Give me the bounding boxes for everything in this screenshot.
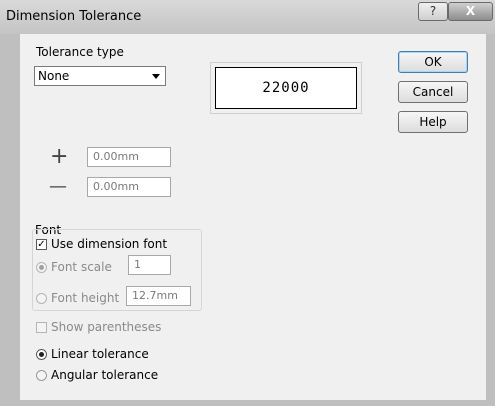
minus-icon: —: [49, 176, 67, 197]
use-dimension-font-label: Use dimension font: [51, 237, 168, 251]
chevron-down-icon: [152, 74, 160, 79]
font-scale-label: Font scale: [51, 260, 112, 274]
linear-tolerance-radio[interactable]: [36, 349, 47, 360]
linear-tolerance-label: Linear tolerance: [51, 347, 149, 361]
lower-tolerance-input[interactable]: 0.00mm: [87, 177, 171, 197]
use-dimension-font-checkbox[interactable]: ✓: [36, 239, 47, 250]
plus-icon: +: [50, 144, 69, 169]
angular-tolerance-radio[interactable]: [36, 370, 47, 381]
show-parentheses-checkbox[interactable]: [36, 322, 47, 333]
font-scale-input[interactable]: 1: [128, 255, 171, 275]
font-scale-radio[interactable]: [36, 262, 47, 273]
dialog-window: Dimension Tolerance ? X Tolerance type N…: [0, 0, 495, 406]
dialog-title: Dimension Tolerance: [6, 9, 142, 24]
tolerance-type-value: None: [38, 69, 70, 83]
font-height-input[interactable]: 12.7mm: [126, 286, 191, 306]
font-height-label: Font height: [51, 291, 120, 305]
ok-button[interactable]: OK: [398, 51, 468, 73]
close-button[interactable]: X: [448, 2, 493, 21]
dimension-preview: 22000: [215, 67, 357, 109]
help-button[interactable]: Help: [398, 111, 468, 133]
dialog-body: Tolerance type None 22000 OK Cancel Help…: [20, 34, 486, 400]
tolerance-type-label: Tolerance type: [36, 45, 124, 59]
title-bar[interactable]: Dimension Tolerance ? X: [0, 0, 495, 34]
preview-frame: 22000: [210, 62, 362, 114]
angular-tolerance-label: Angular tolerance: [51, 368, 159, 382]
show-parentheses-label: Show parentheses: [51, 320, 162, 334]
cancel-button[interactable]: Cancel: [398, 81, 468, 103]
upper-tolerance-input[interactable]: 0.00mm: [87, 147, 171, 167]
help-titlebar-button[interactable]: ?: [418, 2, 448, 21]
tolerance-type-dropdown[interactable]: None: [34, 66, 166, 86]
font-height-radio[interactable]: [36, 293, 47, 304]
